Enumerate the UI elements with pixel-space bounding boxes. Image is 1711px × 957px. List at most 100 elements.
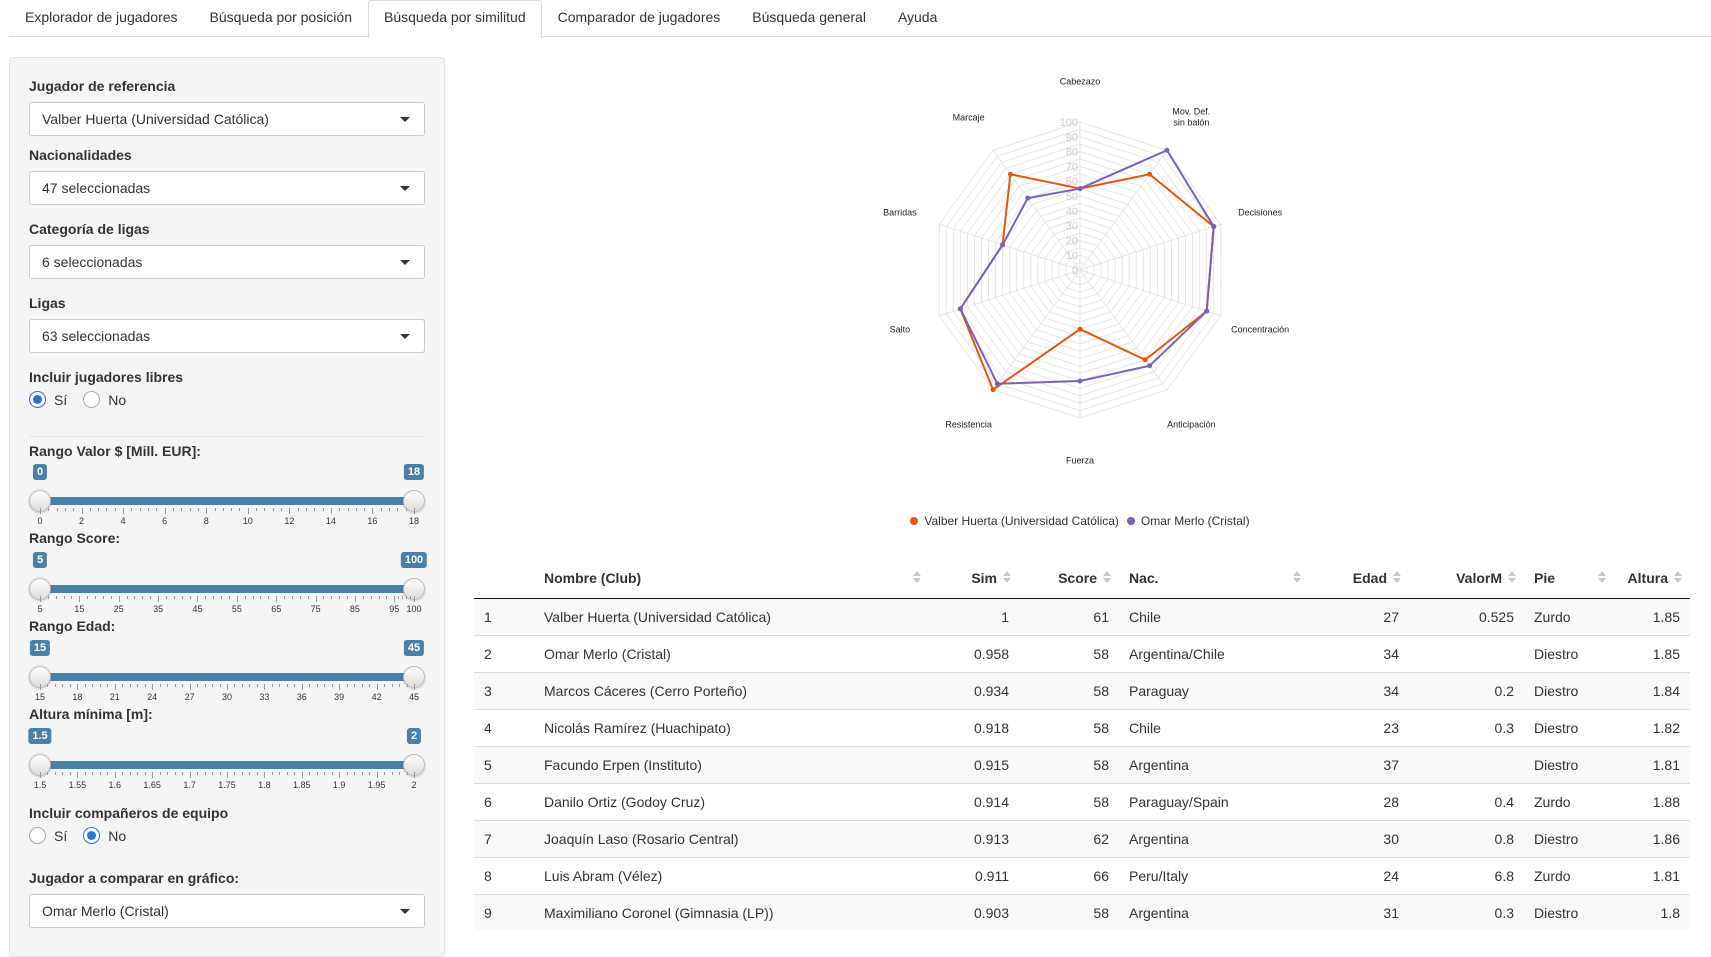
slider-tick [297, 508, 299, 511]
slider-tick-label: 45 [408, 692, 420, 702]
slider-tick [406, 772, 408, 775]
col-header-nombre[interactable]: Nombre (Club) [534, 558, 929, 599]
slider-tick [299, 596, 301, 599]
chevron-down-icon [400, 909, 410, 914]
table-row[interactable]: 4 Nicolás Ramírez (Huachipato) 0.918 58 Chil… [474, 708, 1690, 746]
table-row[interactable]: 9 Maximiliano Coronel (Gimnasia (LP)) 0.90… [474, 893, 1690, 931]
slider-tick [264, 508, 266, 511]
ref-player-select[interactable]: Valber Huerta (Universidad Católica) [29, 102, 425, 136]
cell-nombre: Nicolás Ramírez (Huachipato) [534, 708, 929, 746]
table-row[interactable]: 7 Joaquín Laso (Rosario Central) 0.913 62 Ar… [474, 819, 1690, 857]
slider-ticks: 0 2 4 6 8 10 12 14 16 18 [37, 508, 419, 526]
table-row[interactable]: 3 Marcos Cáceres (Cerro Porteño) 0.934 58 Pa… [474, 671, 1690, 709]
nationalities-select[interactable]: 47 seleccionadas [29, 171, 425, 205]
cell-nombre: Marcos Cáceres (Cerro Porteño) [534, 671, 929, 709]
free-yes-radio[interactable] [29, 391, 46, 408]
cell-nac: Paraguay [1119, 671, 1309, 709]
slider-tick [98, 508, 100, 511]
teammates-no-label: No [108, 827, 127, 844]
slider-tick-label: 1.55 [68, 780, 87, 790]
slider-tick [354, 772, 356, 775]
slider-tick [286, 684, 288, 687]
table-body: 1 Valber Huerta (Universidad Católica) 1 61… [474, 597, 1690, 931]
table-row[interactable]: 2 Omar Merlo (Cristal) 0.958 58 Argentina/Ch… [474, 634, 1690, 672]
cell-index: 6 [474, 782, 534, 820]
slider-tick [414, 508, 415, 514]
col-header-valorm[interactable]: ValorM [1409, 558, 1524, 599]
slider-tick [364, 508, 366, 511]
leagues-select[interactable]: 63 seleccionadas [29, 319, 425, 353]
compare-player-value: Omar Merlo (Cristal) [42, 903, 169, 919]
compare-player-select[interactable]: Omar Merlo (Cristal) [29, 894, 425, 928]
slider-tick [234, 772, 236, 775]
tab-busqueda-posicion[interactable]: Búsqueda por posición [194, 0, 368, 37]
cell-nac: Argentina [1119, 893, 1309, 931]
slider-tick [276, 596, 278, 602]
slider-tick [362, 596, 364, 599]
cell-index: 4 [474, 708, 534, 746]
legend-item[interactable]: Omar Merlo (Cristal) [1126, 514, 1250, 528]
cell-nombre: Joaquín Laso (Rosario Central) [534, 819, 929, 857]
radar-spoke [992, 269, 1081, 391]
cell-nac: Chile [1119, 597, 1309, 635]
col-header-nac[interactable]: Nac. [1119, 558, 1309, 599]
slider-min-value: 0 [32, 464, 48, 480]
legend-item[interactable]: Valber Huerta (Universidad Católica) [910, 514, 1119, 528]
ref-player-label: Jugador de referencia [29, 78, 176, 94]
tab-busqueda-general[interactable]: Búsqueda general [736, 0, 882, 37]
table-row[interactable]: 6 Danilo Ortiz (Godoy Cruz) 0.914 58 Paragua… [474, 782, 1690, 820]
age-range-slider[interactable]: 15 45 15 18 21 24 27 30 33 36 39 42 45 [29, 640, 425, 702]
slider-tick-label: 4 [120, 516, 126, 526]
slider-tick [79, 596, 81, 602]
slider-tick [131, 508, 133, 511]
cell-index: 9 [474, 893, 534, 931]
slider-tick [355, 508, 357, 511]
league-category-select[interactable]: 6 seleccionadas [29, 245, 425, 279]
slider-tick-label: 39 [334, 692, 345, 702]
teammates-no-radio[interactable] [83, 827, 101, 844]
cell-edad: 30 [1309, 819, 1409, 857]
free-no-radio[interactable] [83, 391, 101, 408]
table-row[interactable]: 8 Luis Abram (Vélez) 0.911 66 Peru/Italy 24 6.… [474, 856, 1690, 894]
slider-ticks: 5 15 25 35 45 55 65 75 85 95 100 [37, 596, 422, 614]
tab-busqueda-similitud[interactable]: Búsqueda por similitud [367, 0, 542, 38]
col-header-sim[interactable]: Sim [929, 558, 1019, 599]
col-header-pie[interactable]: Pie [1524, 558, 1614, 599]
slider-tick [114, 508, 116, 511]
height-min-slider[interactable]: 1.5 2 1.5 1.55 1.6 1.65 1.7 1.75 1.8 1.85 1.9 1.95 2 [28, 728, 425, 790]
cell-altura: 1.86 [1614, 819, 1690, 857]
slider-tick [361, 772, 363, 775]
table-row[interactable]: 1 Valber Huerta (Universidad Católica) 1 61… [474, 597, 1690, 635]
teammates-yes-radio[interactable] [29, 827, 46, 844]
slider-tick [291, 596, 293, 599]
col-header-score[interactable]: Score [1019, 558, 1119, 599]
slider-tick-label: 21 [109, 692, 120, 702]
slider-tick [264, 772, 266, 778]
slider-range-bar [40, 673, 414, 681]
slider-tick-label: 12 [284, 516, 295, 526]
slider-tick [309, 772, 311, 775]
col-header-edad[interactable]: Edad [1309, 558, 1409, 599]
slider-tick-label: 1.8 [258, 780, 271, 790]
value-range-slider[interactable]: 0 18 0 2 4 6 8 10 12 14 16 18 [29, 464, 425, 526]
chevron-down-icon [400, 117, 410, 122]
score-range-slider[interactable]: 5 100 5 15 25 35 45 55 65 75 85 95 100 [29, 552, 428, 614]
slider-tick [378, 596, 380, 599]
col-header-label: ValorM [1456, 569, 1502, 586]
slider-tick [244, 596, 246, 599]
slider-tick [339, 684, 341, 690]
tab-explorador[interactable]: Explorador de jugadores [9, 0, 194, 37]
tab-ayuda[interactable]: Ayuda [882, 0, 953, 37]
cell-sim: 0.918 [929, 708, 1019, 746]
table-row[interactable]: 5 Facundo Erpen (Instituto) 0.915 58 Argenti… [474, 745, 1690, 783]
slider-tick [239, 508, 241, 511]
slider-tick [354, 684, 356, 687]
slider-tick [347, 508, 349, 511]
slider-tick [376, 772, 378, 778]
slider-tick [56, 508, 58, 511]
slider-tick [324, 684, 326, 687]
col-header-altura[interactable]: Altura [1614, 558, 1690, 599]
free-players-radio-group: Sí No [29, 391, 142, 408]
slider-tick [95, 596, 97, 599]
tab-comparador[interactable]: Comparador de jugadores [542, 0, 737, 37]
